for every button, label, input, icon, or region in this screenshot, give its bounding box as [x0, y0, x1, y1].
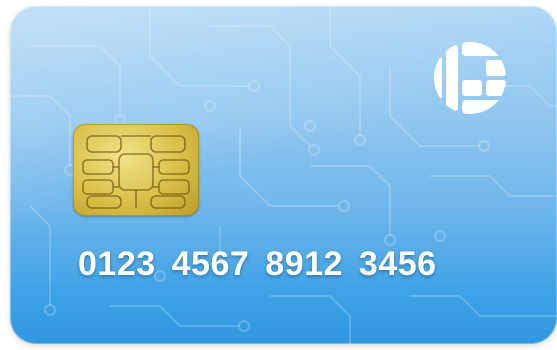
- card-number-group-2: 4567: [171, 245, 250, 283]
- credit-card: 0123 4567 8912 3456: [10, 6, 557, 344]
- card-number: 0123 4567 8912 3456: [78, 245, 538, 289]
- emv-chip-icon: [73, 124, 199, 216]
- card-number-group-1: 0123: [78, 245, 156, 283]
- card-number-group-3: 8912: [265, 245, 343, 283]
- card-number-group-4: 3456: [358, 245, 437, 283]
- globe-block-logo-icon: [434, 42, 506, 114]
